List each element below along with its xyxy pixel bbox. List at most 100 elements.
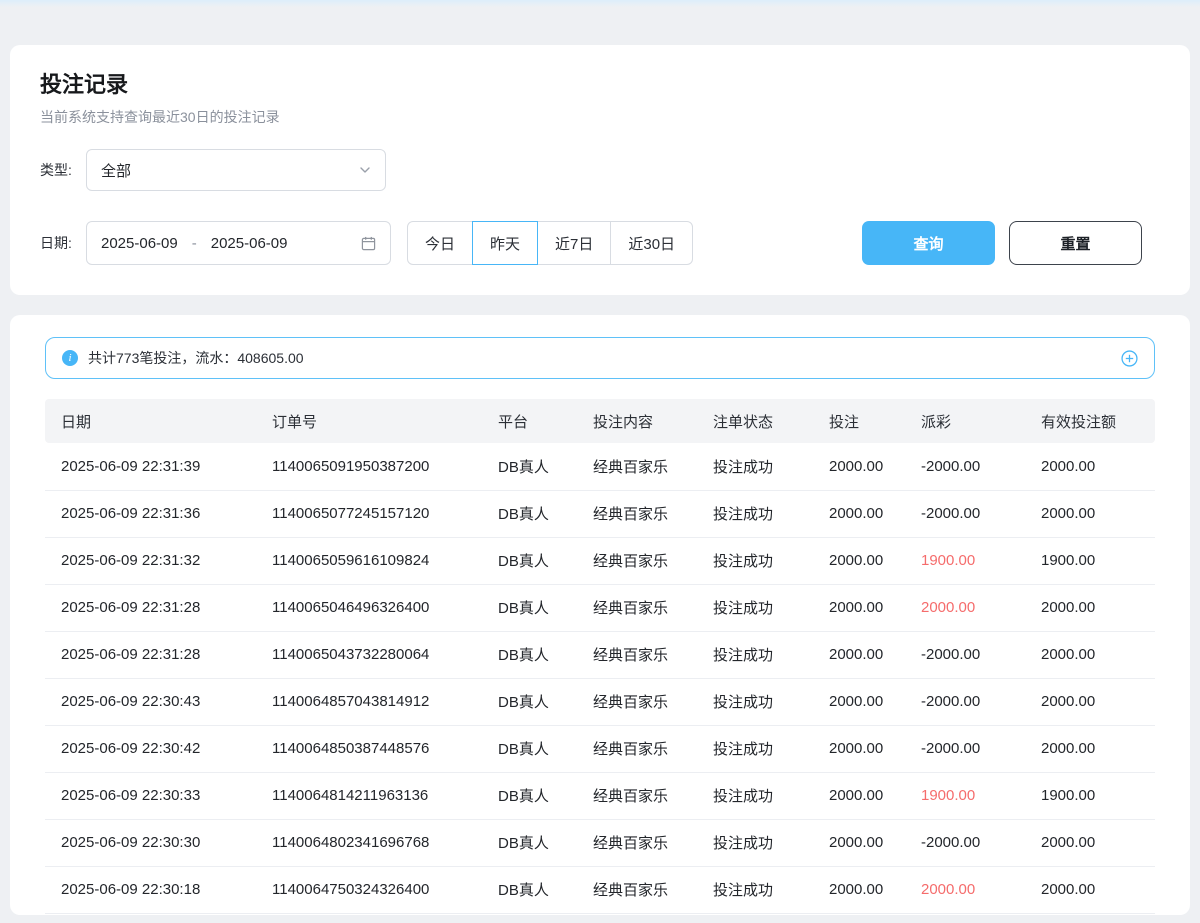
cell-bet-amount: 2000.00 xyxy=(813,631,905,678)
column-header: 有效投注额 xyxy=(1025,399,1155,443)
cell-date: 2025-06-09 22:30:33 xyxy=(45,772,256,819)
date-range-input[interactable]: 2025-06-09 - 2025-06-09 xyxy=(86,221,391,265)
cell-platform: DB真人 xyxy=(482,678,577,725)
expand-icon[interactable] xyxy=(1121,350,1138,367)
column-header: 注单状态 xyxy=(697,399,813,443)
cell-order-number: 1140064850387448576 xyxy=(256,725,482,772)
page-title: 投注记录 xyxy=(40,67,1160,99)
cell-platform: DB真人 xyxy=(482,584,577,631)
cell-valid-bet: 2000.00 xyxy=(1025,678,1155,725)
cell-platform: DB真人 xyxy=(482,819,577,866)
table-row: 2025-06-09 22:30:18 1140064750324326400 … xyxy=(45,866,1155,913)
cell-valid-bet: 2000.00 xyxy=(1025,631,1155,678)
type-select[interactable]: 全部 xyxy=(86,149,386,191)
column-header: 订单号 xyxy=(256,399,482,443)
cell-bet-amount: 2000.00 xyxy=(813,490,905,537)
cell-status: 投注成功 xyxy=(697,772,813,819)
cell-date: 2025-06-09 22:30:42 xyxy=(45,725,256,772)
cell-order-number: 1140064750324326400 xyxy=(256,866,482,913)
filter-actions: 查询 重置 xyxy=(862,221,1160,265)
cell-bet-amount: 2000.00 xyxy=(813,537,905,584)
cell-date: 2025-06-09 22:31:32 xyxy=(45,537,256,584)
cell-bet-content: 经典百家乐 xyxy=(577,819,697,866)
table-row: 2025-06-09 22:31:36 1140065077245157120 … xyxy=(45,490,1155,537)
top-bar xyxy=(0,0,1200,7)
cell-payout: 2000.00 xyxy=(905,866,1025,913)
chevron-down-icon xyxy=(359,164,371,176)
quick-range-button[interactable]: 近7日 xyxy=(537,221,611,265)
cell-status: 投注成功 xyxy=(697,490,813,537)
cell-status: 投注成功 xyxy=(697,443,813,490)
cell-valid-bet: 2000.00 xyxy=(1025,443,1155,490)
cell-bet-amount: 2000.00 xyxy=(813,772,905,819)
column-header: 日期 xyxy=(45,399,256,443)
cell-date: 2025-06-09 22:31:28 xyxy=(45,631,256,678)
cell-order-number: 1140065059616109824 xyxy=(256,537,482,584)
reset-button[interactable]: 重置 xyxy=(1009,221,1142,265)
cell-valid-bet: 1900.00 xyxy=(1025,772,1155,819)
type-select-value: 全部 xyxy=(101,160,131,181)
date-filter-row: 日期: 2025-06-09 - 2025-06-09 今日昨天近7日近30日 … xyxy=(40,221,1160,265)
column-header: 平台 xyxy=(482,399,577,443)
cell-payout: -2000.00 xyxy=(905,819,1025,866)
cell-bet-content: 经典百家乐 xyxy=(577,725,697,772)
column-header: 投注 xyxy=(813,399,905,443)
cell-date: 2025-06-09 22:31:36 xyxy=(45,490,256,537)
cell-platform: DB真人 xyxy=(482,490,577,537)
cell-valid-bet: 2000.00 xyxy=(1025,819,1155,866)
cell-order-number: 1140064802341696768 xyxy=(256,819,482,866)
quick-range-group: 今日昨天近7日近30日 xyxy=(407,221,693,265)
cell-platform: DB真人 xyxy=(482,725,577,772)
table-row: 2025-06-09 22:30:43 1140064857043814912 … xyxy=(45,678,1155,725)
cell-bet-amount: 2000.00 xyxy=(813,725,905,772)
cell-bet-amount: 2000.00 xyxy=(813,819,905,866)
cell-status: 投注成功 xyxy=(697,866,813,913)
table-header-row: 日期订单号平台投注内容注单状态投注派彩有效投注额 xyxy=(45,399,1155,443)
cell-bet-content: 经典百家乐 xyxy=(577,866,697,913)
info-icon: i xyxy=(62,350,78,366)
cell-order-number: 1140064814211963136 xyxy=(256,772,482,819)
cell-status: 投注成功 xyxy=(697,584,813,631)
filter-card: 投注记录 当前系统支持查询最近30日的投注记录 类型: 全部 日期: 2025-… xyxy=(10,45,1190,295)
table-row: 2025-06-09 22:31:39 1140065091950387200 … xyxy=(45,443,1155,490)
page: 投注记录 当前系统支持查询最近30日的投注记录 类型: 全部 日期: 2025-… xyxy=(0,45,1200,915)
cell-date: 2025-06-09 22:31:39 xyxy=(45,443,256,490)
cell-order-number: 1140064857043814912 xyxy=(256,678,482,725)
date-end: 2025-06-09 xyxy=(211,235,288,252)
table-body: 2025-06-09 22:31:39 1140065091950387200 … xyxy=(45,443,1155,913)
cell-bet-content: 经典百家乐 xyxy=(577,631,697,678)
cell-date: 2025-06-09 22:30:30 xyxy=(45,819,256,866)
cell-payout: -2000.00 xyxy=(905,725,1025,772)
cell-bet-amount: 2000.00 xyxy=(813,443,905,490)
cell-bet-amount: 2000.00 xyxy=(813,584,905,631)
cell-date: 2025-06-09 22:30:18 xyxy=(45,866,256,913)
table-row: 2025-06-09 22:30:42 1140064850387448576 … xyxy=(45,725,1155,772)
cell-bet-amount: 2000.00 xyxy=(813,678,905,725)
table-row: 2025-06-09 22:31:28 1140065043732280064 … xyxy=(45,631,1155,678)
quick-range-button[interactable]: 昨天 xyxy=(472,221,538,265)
records-table: 日期订单号平台投注内容注单状态投注派彩有效投注额 2025-06-09 22:3… xyxy=(45,399,1155,914)
cell-payout: -2000.00 xyxy=(905,490,1025,537)
cell-payout: 2000.00 xyxy=(905,584,1025,631)
cell-order-number: 1140065043732280064 xyxy=(256,631,482,678)
cell-valid-bet: 1900.00 xyxy=(1025,537,1155,584)
type-label: 类型: xyxy=(40,160,86,180)
cell-valid-bet: 2000.00 xyxy=(1025,584,1155,631)
cell-bet-content: 经典百家乐 xyxy=(577,584,697,631)
quick-range-button[interactable]: 今日 xyxy=(407,221,473,265)
table-row: 2025-06-09 22:30:33 1140064814211963136 … xyxy=(45,772,1155,819)
cell-platform: DB真人 xyxy=(482,631,577,678)
quick-range-button[interactable]: 近30日 xyxy=(610,221,693,265)
cell-date: 2025-06-09 22:31:28 xyxy=(45,584,256,631)
cell-bet-amount: 2000.00 xyxy=(813,866,905,913)
cell-payout: -2000.00 xyxy=(905,678,1025,725)
query-button[interactable]: 查询 xyxy=(862,221,995,265)
cell-status: 投注成功 xyxy=(697,678,813,725)
cell-platform: DB真人 xyxy=(482,866,577,913)
summary-text: 共计773笔投注，流水：408605.00 xyxy=(88,348,304,368)
cell-bet-content: 经典百家乐 xyxy=(577,537,697,584)
cell-payout: 1900.00 xyxy=(905,772,1025,819)
cell-status: 投注成功 xyxy=(697,537,813,584)
cell-payout: 1900.00 xyxy=(905,537,1025,584)
page-subtitle: 当前系统支持查询最近30日的投注记录 xyxy=(40,107,1160,127)
